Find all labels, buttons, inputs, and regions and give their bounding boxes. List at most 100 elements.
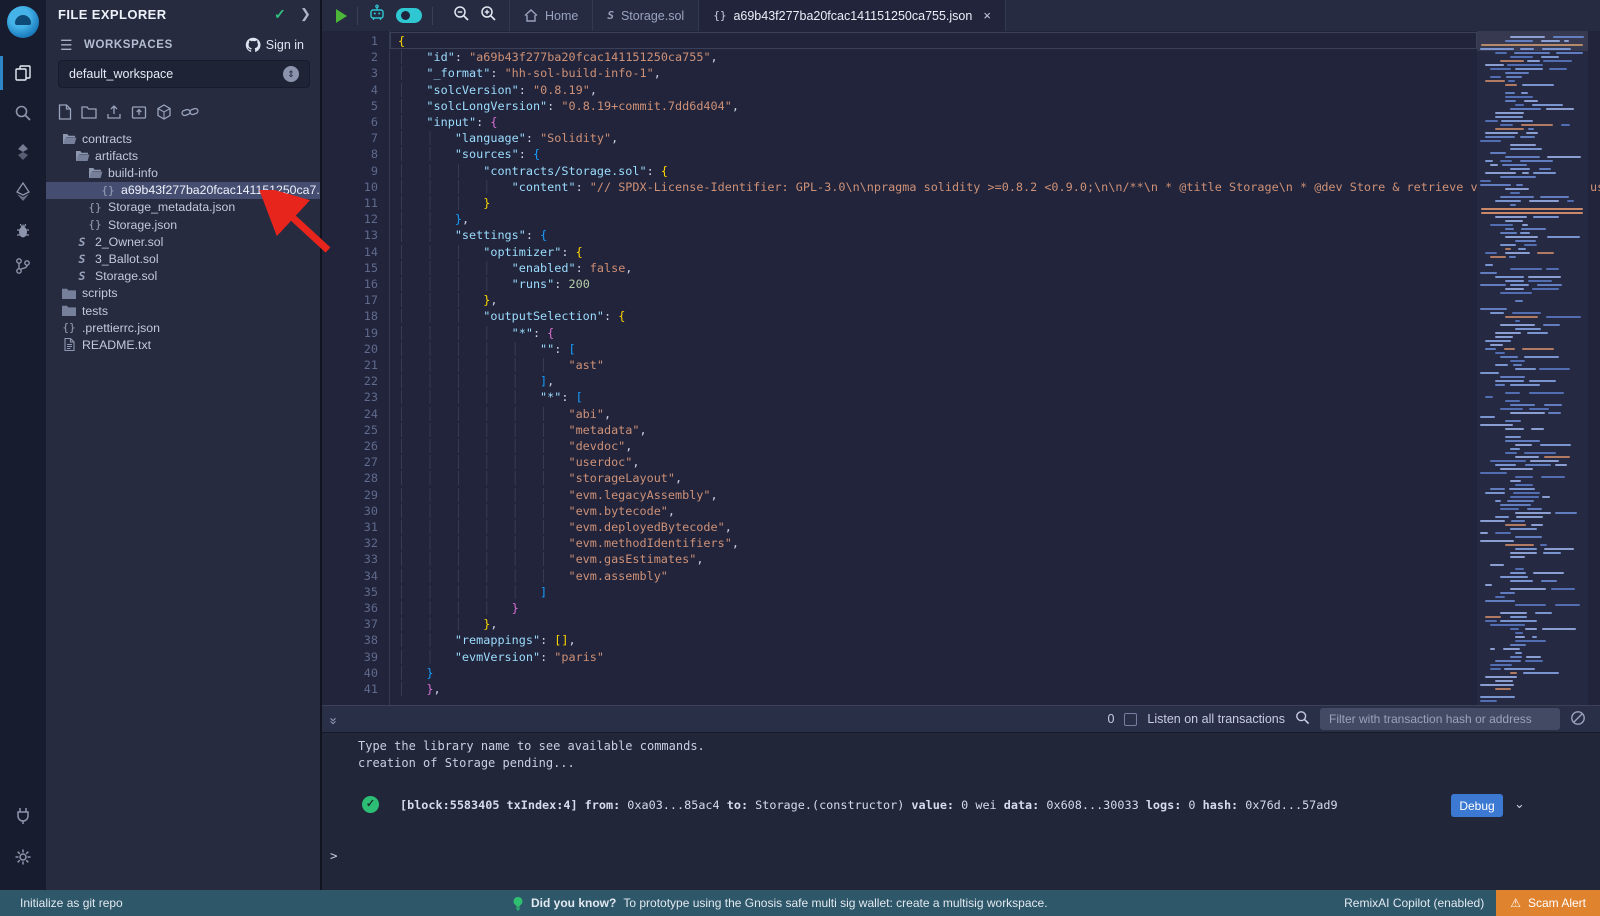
zoom-out-icon[interactable] — [453, 5, 470, 27]
tree-item[interactable]: {}Storage.json — [46, 216, 320, 233]
tree-item-label: tests — [82, 304, 108, 318]
tab-storage-sol[interactable]: S Storage.sol — [593, 0, 699, 31]
code-line: │ │ │ "contracts/Storage.sol": { — [398, 163, 668, 179]
code-line: │ │ │ │ │ "*": [ — [398, 389, 583, 405]
gutter-border — [389, 31, 390, 705]
remix-logo-icon[interactable] — [7, 6, 39, 38]
terminal-controls: 0 Listen on all transactions — [1107, 708, 1600, 730]
git-branch-icon[interactable] — [0, 251, 46, 281]
clear-console-icon[interactable] — [1570, 710, 1586, 729]
workspace-select[interactable]: default_workspace ⇕ — [58, 60, 310, 88]
transaction-row[interactable]: ✓ [block:5583405 txIndex:4] from: 0xa03.… — [322, 794, 1600, 820]
code-line: │ │ │ │ │ ] — [398, 584, 547, 600]
hamburger-menu-icon[interactable]: ☰ — [60, 37, 73, 54]
line-number: 29 — [322, 487, 378, 503]
solidity-compiler-icon[interactable] — [0, 137, 46, 167]
new-file-icon[interactable] — [58, 104, 72, 120]
tree-item[interactable]: {}.prettierrc.json — [46, 319, 320, 336]
upload-file-icon[interactable] — [106, 104, 122, 120]
json-icon: {} — [60, 321, 78, 334]
line-number: 41 — [322, 681, 378, 697]
tab-home[interactable]: Home — [509, 0, 593, 31]
git-init-status[interactable]: Initialize as git repo — [20, 896, 123, 910]
run-script-play-button[interactable] — [336, 9, 347, 23]
debugger-icon[interactable] — [0, 216, 46, 246]
code-line: { — [398, 33, 405, 49]
link-icon[interactable] — [181, 104, 199, 120]
code-line: │ │ }, — [398, 211, 469, 227]
code-editor[interactable]: 1234567891011121314151617181920212223242… — [322, 31, 1600, 705]
tree-item[interactable]: {}Storage_metadata.json — [46, 199, 320, 216]
line-number: 34 — [322, 568, 378, 584]
workspaces-row: ☰ WORKSPACES Sign in — [46, 36, 320, 56]
chevron-right-icon[interactable]: ❯ — [300, 6, 311, 22]
divider — [432, 7, 433, 25]
copilot-toggle[interactable] — [396, 8, 422, 23]
terminal-prompt[interactable]: > — [330, 848, 338, 863]
upload-folder-icon[interactable] — [131, 104, 147, 120]
workspaces-label: WORKSPACES — [84, 39, 173, 51]
tree-item[interactable]: contracts — [46, 130, 320, 147]
json-file-icon: {} — [713, 9, 726, 22]
tree-item[interactable]: build-info — [46, 164, 320, 181]
tree-item[interactable]: artifacts — [46, 147, 320, 164]
tree-item[interactable]: S2_Owner.sol — [46, 233, 320, 250]
check-icon[interactable]: ✓ — [274, 6, 286, 23]
tree-item-label: a69b43f277ba20fcac141151250ca7... — [121, 183, 320, 197]
ipfs-cube-icon[interactable] — [156, 104, 172, 120]
line-number: 12 — [322, 211, 378, 227]
line-number: 31 — [322, 519, 378, 535]
close-tab-icon[interactable]: × — [983, 8, 991, 23]
did-you-know-tip: Did you know? To prototype using the Gno… — [512, 896, 1048, 911]
sign-in-button[interactable]: Sign in — [245, 37, 304, 52]
code-line: │ │ │ │ │ │ "storageLayout", — [398, 470, 682, 486]
tree-item[interactable]: {}a69b43f277ba20fcac141151250ca7... — [46, 182, 320, 199]
line-number: 32 — [322, 535, 378, 551]
editor-tabbar: Home S Storage.sol {} a69b43f277ba20fcac… — [322, 0, 1600, 31]
plugin-manager-icon[interactable] — [0, 800, 46, 830]
code-line: │ │ │ │ │ │ "abi", — [398, 406, 611, 422]
code-line: │ │ "settings": { — [398, 227, 547, 243]
tabs: Home S Storage.sol {} a69b43f277ba20fcac… — [509, 0, 1006, 31]
zoom-in-icon[interactable] — [480, 5, 497, 27]
listen-checkbox[interactable] — [1124, 713, 1137, 726]
tree-item[interactable]: SStorage.sol — [46, 268, 320, 285]
scam-alert-button[interactable]: ⚠ Scam Alert — [1496, 890, 1600, 916]
line-number: 3 — [322, 65, 378, 81]
file-explorer-icon[interactable] — [0, 58, 46, 88]
settings-gear-icon[interactable] — [0, 842, 46, 872]
tab-build-info-json[interactable]: {} a69b43f277ba20fcac141151250ca755.json… — [699, 0, 1006, 31]
code-line: │ │ │ │ │ │ "metadata", — [398, 422, 647, 438]
current-line-highlight — [390, 32, 1477, 49]
deploy-run-icon[interactable] — [0, 177, 46, 207]
line-number: 8 — [322, 146, 378, 162]
code-line: │ │ "language": "Solidity", — [398, 130, 618, 146]
debug-button[interactable]: Debug — [1451, 794, 1503, 817]
expand-terminal-icon[interactable]: » — [327, 717, 342, 721]
tree-item-label: artifacts — [95, 149, 138, 163]
line-number: 6 — [322, 114, 378, 130]
tree-item[interactable]: README.txt — [46, 336, 320, 353]
new-folder-icon[interactable] — [81, 104, 97, 120]
divider — [357, 7, 358, 25]
minimap[interactable] — [1477, 31, 1588, 705]
search-icon[interactable] — [0, 98, 46, 128]
terminal-header: » 0 Listen on all transactions — [322, 706, 1600, 733]
filter-transactions-input[interactable] — [1320, 708, 1560, 730]
expand-tx-chevron-icon[interactable]: ⌄ — [1514, 796, 1525, 812]
code-line: │ │ │ }, — [398, 292, 497, 308]
line-number: 13 — [322, 227, 378, 243]
activity-bar — [0, 0, 46, 890]
code-line: │ │ │ } — [398, 195, 490, 211]
code-line: │ │ │ │ │ │ "ast" — [398, 357, 604, 373]
tree-item[interactable]: tests — [46, 302, 320, 319]
tx-count-badge: 0 — [1107, 712, 1114, 726]
tree-item[interactable]: S3_Ballot.sol — [46, 250, 320, 267]
tree-item[interactable]: scripts — [46, 285, 320, 302]
ai-robot-icon[interactable] — [368, 4, 386, 27]
copilot-status[interactable]: RemixAI Copilot (enabled) — [1344, 896, 1484, 910]
line-number: 11 — [322, 195, 378, 211]
line-number: 27 — [322, 454, 378, 470]
line-number: 14 — [322, 244, 378, 260]
line-number: 20 — [322, 341, 378, 357]
